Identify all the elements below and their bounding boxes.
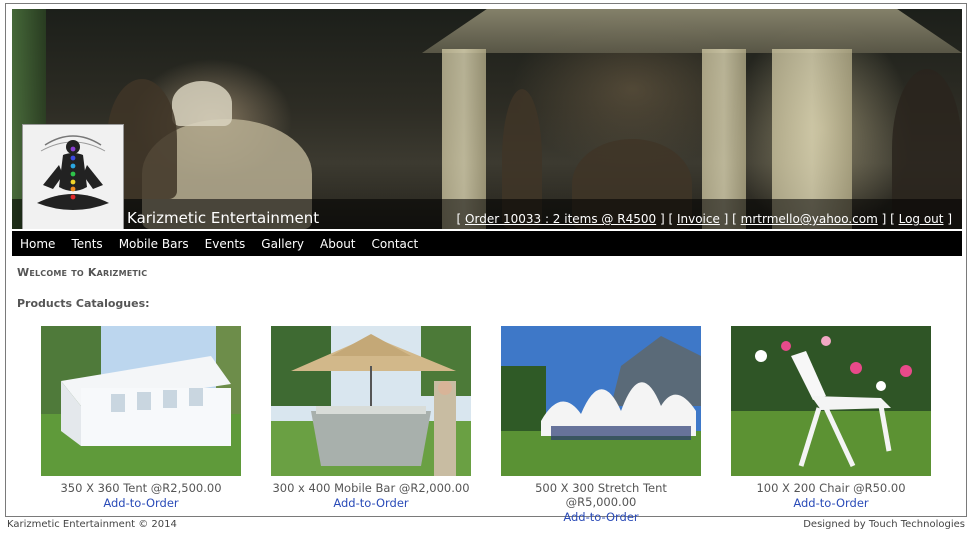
header-banner: Karizmetic Entertainment [ Order 10033 :… bbox=[12, 9, 962, 229]
white-marquee-tent-photo[interactable] bbox=[41, 326, 241, 476]
main-nav: Home Tents Mobile Bars Events Gallery Ab… bbox=[12, 231, 962, 256]
footer-credit: Designed by Touch Technologies bbox=[803, 519, 965, 530]
add-to-order-link[interactable]: Add-to-Order bbox=[731, 496, 931, 510]
add-to-order-link[interactable]: Add-to-Order bbox=[41, 496, 241, 510]
product-name: 300 x 400 Mobile Bar @R2,000.00 bbox=[272, 481, 470, 495]
white-stretch-tent-photo[interactable] bbox=[501, 326, 701, 476]
nav-item-mobile-bars[interactable]: Mobile Bars bbox=[119, 237, 189, 251]
banner-guest-hat bbox=[172, 81, 232, 126]
nav-item-home[interactable]: Home bbox=[20, 237, 55, 251]
site-title: Karizmetic Entertainment bbox=[127, 209, 320, 227]
nav-item-gallery[interactable]: Gallery bbox=[261, 237, 304, 251]
user-links: [ Order 10033 : 2 items @ R4500 ] [ Invo… bbox=[456, 212, 952, 226]
product-name: 350 X 360 Tent @R2,500.00 bbox=[60, 481, 222, 495]
footer-copyright: Karizmetic Entertainment © 2014 bbox=[7, 519, 177, 530]
mobile-bar-photo-icon bbox=[271, 326, 471, 476]
invoice-link[interactable]: Invoice bbox=[677, 212, 720, 226]
chair-photo-icon bbox=[731, 326, 931, 476]
product-card: 100 X 200 Chair @R50.00 Add-to-Order bbox=[731, 326, 931, 510]
nav-item-tents[interactable]: Tents bbox=[71, 237, 102, 251]
meditation-logo-icon bbox=[23, 125, 123, 229]
order-summary-link[interactable]: Order 10033 : 2 items @ R4500 bbox=[465, 212, 656, 226]
banner-tent-roof bbox=[422, 9, 962, 53]
nav-item-about[interactable]: About bbox=[320, 237, 355, 251]
stretch-tent-photo-icon bbox=[501, 326, 701, 476]
products-heading: Products Catalogues: bbox=[17, 297, 150, 310]
product-name: 100 X 200 Chair @R50.00 bbox=[756, 481, 906, 495]
add-to-order-link[interactable]: Add-to-Order bbox=[271, 496, 471, 510]
page-frame: Karizmetic Entertainment [ Order 10033 :… bbox=[5, 3, 967, 524]
add-to-order-link[interactable]: Add-to-Order bbox=[501, 510, 701, 524]
nav-item-events[interactable]: Events bbox=[205, 237, 246, 251]
logo[interactable] bbox=[22, 124, 124, 229]
product-name: 500 X 300 Stretch Tent @R5,000.00 bbox=[535, 481, 667, 509]
product-card: 300 x 400 Mobile Bar @R2,000.00 Add-to-O… bbox=[271, 326, 471, 510]
product-card: 350 X 360 Tent @R2,500.00 Add-to-Order bbox=[41, 326, 241, 510]
user-email-link[interactable]: mrtrmello@yahoo.com bbox=[741, 212, 878, 226]
nav-item-contact[interactable]: Contact bbox=[372, 237, 419, 251]
welcome-heading: Welcome to Karizmetic bbox=[17, 266, 148, 279]
tent-photo-icon bbox=[41, 326, 241, 476]
product-card: 500 X 300 Stretch Tent @R5,000.00 Add-to… bbox=[501, 326, 701, 524]
mobile-bar-umbrella-photo[interactable] bbox=[271, 326, 471, 476]
white-folding-chair-photo[interactable] bbox=[731, 326, 931, 476]
logout-link[interactable]: Log out bbox=[899, 212, 944, 226]
